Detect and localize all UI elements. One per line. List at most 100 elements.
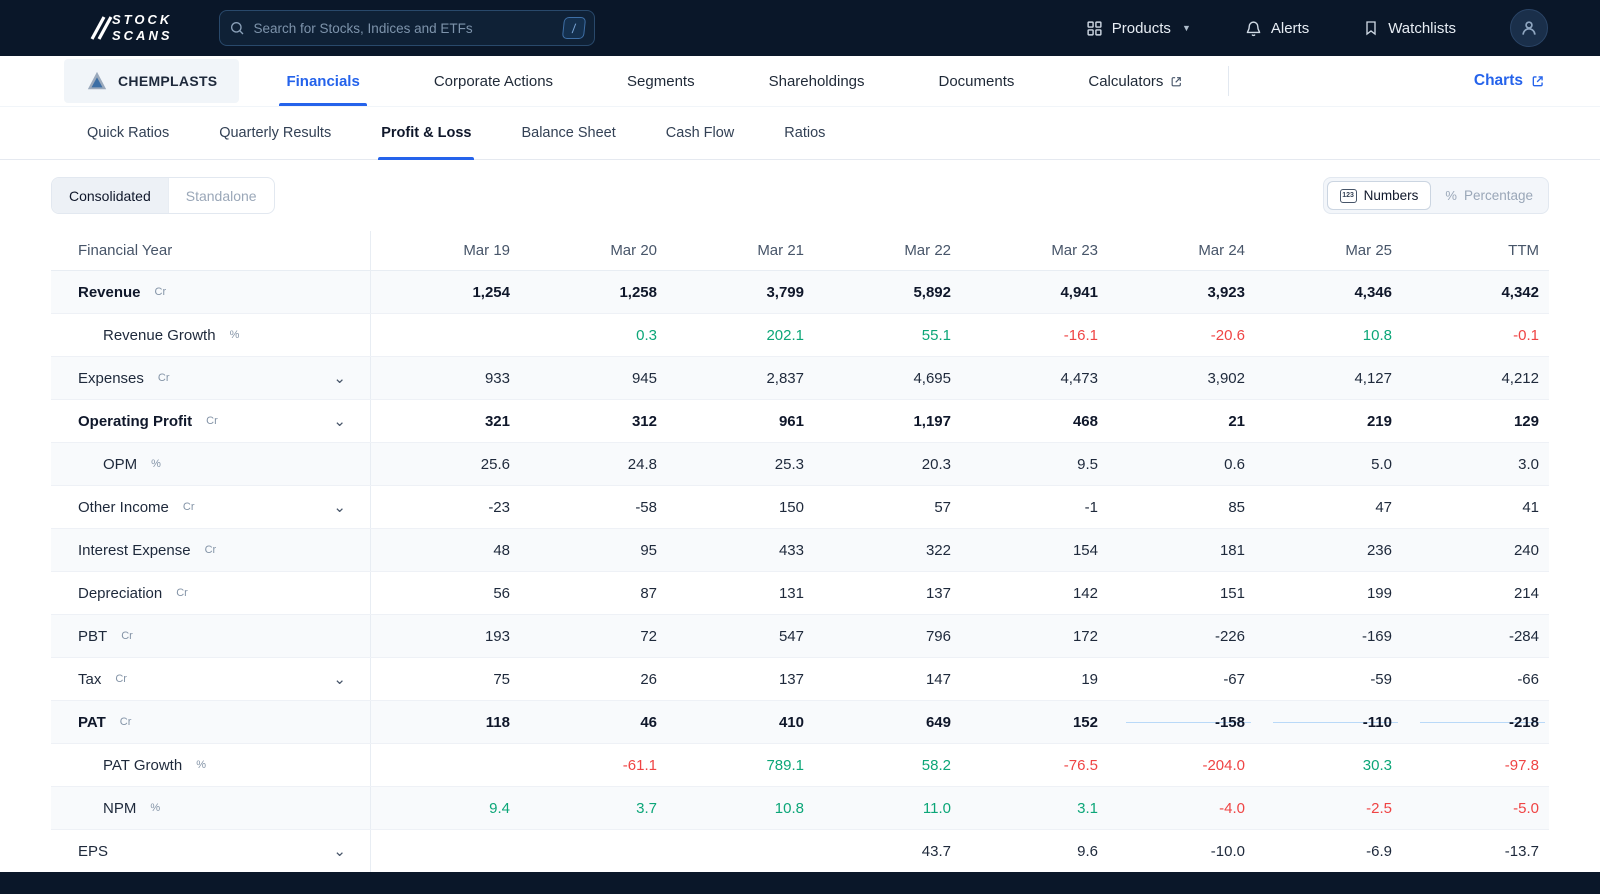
charts-link[interactable]: Charts [1474,72,1545,90]
row-label: EPS [78,842,109,860]
cell-interest-expense-mar-25: 236 [1253,542,1400,559]
cell-value: 1,254 [472,283,510,301]
cell-pat-growth-mar-23: -76.5 [959,757,1106,774]
cell-other-income-mar-21: 150 [665,499,812,516]
subtab-profit-loss[interactable]: Profit & Loss [356,107,496,160]
subtab-balance-sheet[interactable]: Balance Sheet [496,107,640,159]
subtab-cash-flow[interactable]: Cash Flow [641,107,760,159]
row-label-cell[interactable]: Expenses Cr ⌄ [51,357,371,399]
tab-segments[interactable]: Segments [590,56,732,106]
cell-depreciation-mar-23: 142 [959,585,1106,602]
row-unit: Cr [119,716,132,728]
cell-revenue-mar-24: 3,923 [1106,284,1253,301]
cell-pbt-ttm: -284 [1400,628,1547,645]
cell-value: -20.6 [1210,326,1245,344]
tab-documents[interactable]: Documents [902,56,1052,106]
cell-value: -16.1 [1063,326,1098,344]
consolidated-option[interactable]: Consolidated [52,178,168,213]
nav-watchlists[interactable]: Watchlists [1363,20,1456,37]
cell-npm-mar-25: -2.5 [1253,800,1400,817]
numbers-icon: 123 [1339,188,1357,203]
brand-line1: STOCK [112,12,173,28]
cell-value: 48 [493,541,510,559]
cell-interest-expense-mar-19: 48 [371,542,518,559]
brand-logo[interactable]: STOCK SCANS [86,12,173,43]
cell-other-income-mar-23: -1 [959,499,1106,516]
top-navbar: STOCK SCANS / Products ▼ Alerts [0,0,1600,56]
financial-year-header: Financial Year [51,231,371,270]
subtab-ratios[interactable]: Ratios [759,107,850,159]
cell-value: 10.8 [774,799,804,817]
cell-value: -226 [1214,627,1245,645]
cell-value: 468 [1072,412,1098,430]
cell-pbt-mar-21: 547 [665,628,812,645]
tab-corporate-actions[interactable]: Corporate Actions [397,56,590,106]
search-field[interactable] [253,20,554,36]
cell-expenses-mar-20: 945 [518,370,665,387]
cell-value: 150 [778,498,804,516]
column-header-ttm: TTM [1508,242,1539,259]
cell-tax-mar-21: 137 [665,671,812,688]
cell-tax-mar-23: 19 [959,671,1106,688]
cell-value: 9.4 [489,799,510,817]
row-unit: % [150,802,161,814]
table-row-interest-expense: Interest Expense Cr 48 95 433 322 154 181 236 240 [51,529,1549,572]
standalone-option[interactable]: Standalone [167,178,274,213]
row-label-cell[interactable]: Operating Profit Cr ⌄ [51,400,371,442]
row-unit: Cr [176,587,188,599]
row-label-cell[interactable]: Other Income Cr ⌄ [51,486,371,528]
cell-npm-mar-21: 10.8 [665,800,812,817]
percentage-option[interactable]: % Percentage [1433,181,1545,210]
row-label: Expenses [78,369,144,387]
cell-pbt-mar-25: -169 [1253,628,1400,645]
tab-calculators[interactable]: Calculators [1051,56,1220,106]
cell-value: 9.5 [1077,455,1098,473]
table-body: Revenue Cr 1,254 1,258 3,799 5,892 4,941 3,923 4… [51,271,1549,873]
cell-expenses-mar-24: 3,902 [1106,370,1253,387]
cell-operating-profit-mar-20: 312 [518,413,665,430]
cell-depreciation-mar-21: 131 [665,585,812,602]
row-label-cell: PBT Cr [51,615,371,657]
nav-alerts[interactable]: Alerts [1245,20,1309,37]
cell-value: -61.1 [622,756,657,774]
tab-label: Segments [627,72,695,90]
table-row-revenue-growth: Revenue Growth% 0.3 202.1 55.1 -16.1 -20.6 10.… [51,314,1549,357]
company-badge[interactable]: CHEMPLASTS [64,59,240,103]
row-label: PAT [78,713,106,731]
chevron-down-icon[interactable]: ⌄ [333,500,346,515]
cell-value: 3.7 [636,799,657,817]
external-link-icon [1172,76,1182,86]
row-label-cell: NPM% [51,787,371,829]
row-label: Depreciation [78,584,163,602]
slash-shortcut-badge: / [561,17,586,39]
cell-npm-mar-23: 3.1 [959,800,1106,817]
table-row-pat: PAT Cr 118 46 410 649 152 -158 -110 -218 [51,701,1549,744]
cell-opm-mar-20: 24.8 [518,456,665,473]
subtab-quick-ratios[interactable]: Quick Ratios [62,107,194,159]
cell-npm-mar-24: -4.0 [1106,800,1253,817]
cell-value: 4,695 [913,369,951,387]
row-label-cell[interactable]: EPS ⌄ [51,830,371,872]
chevron-down-icon[interactable]: ⌄ [333,371,346,386]
subtab-quarterly-results[interactable]: Quarterly Results [194,107,356,159]
search-input[interactable]: / [218,10,595,46]
percentage-label: Percentage [1463,188,1533,203]
external-link-icon [1532,76,1543,87]
table-controls: Consolidated Standalone 123 Numbers % Pe… [51,177,1549,214]
cell-pat-growth-mar-24: -204.0 [1106,757,1253,774]
numbers-option[interactable]: 123 Numbers [1326,181,1432,210]
cell-value: -4.0 [1219,799,1245,817]
chevron-down-icon[interactable]: ⌄ [333,672,346,687]
nav-products[interactable]: Products ▼ [1086,20,1191,37]
chevron-down-icon[interactable]: ⌄ [333,414,346,429]
row-label-cell[interactable]: Tax Cr ⌄ [51,658,371,700]
avatar[interactable] [1510,9,1548,47]
cell-value: 4,212 [1501,369,1539,387]
cell-value: 20.3 [921,455,951,473]
tab-shareholdings[interactable]: Shareholdings [732,56,902,106]
tab-financials[interactable]: Financials [249,56,396,106]
display-mode-toggle: 123 Numbers % Percentage [1322,177,1549,214]
cell-value: 219 [1366,412,1392,430]
cell-value: 46 [640,713,657,731]
chevron-down-icon[interactable]: ⌄ [333,844,346,859]
